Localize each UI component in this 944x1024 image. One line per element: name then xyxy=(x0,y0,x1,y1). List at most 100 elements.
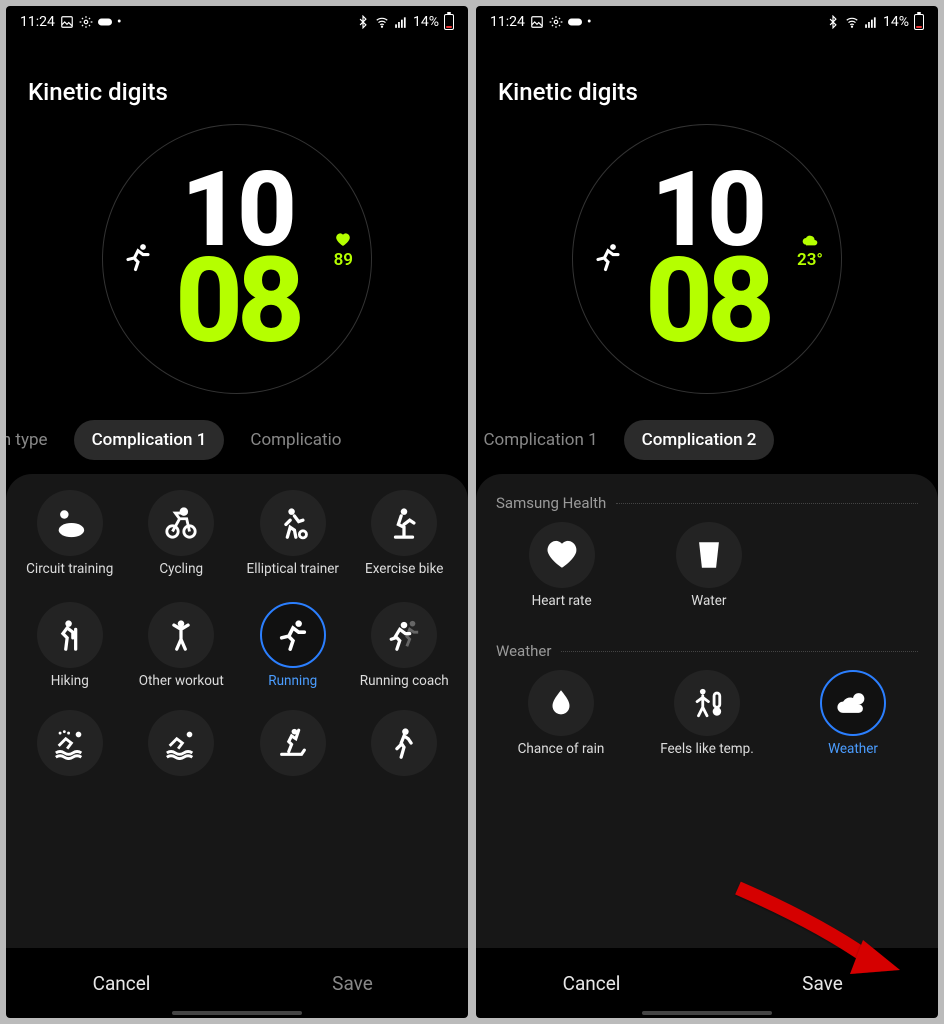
phone-screen-1: 11:24 • 14% Kinetic digits 10 08 89 xyxy=(6,6,468,1018)
option-label: Chance of rain xyxy=(516,742,607,774)
option-feels-like-temp-[interactable]: Feels like temp. xyxy=(636,670,778,774)
option-other-workout[interactable]: Other workout xyxy=(128,602,236,706)
heart-rate-value: 89 xyxy=(334,250,353,270)
watchface-preview: 10 08 89 xyxy=(6,120,468,410)
status-bar: 11:24 • 14% xyxy=(476,6,938,34)
watch-minute: 08 xyxy=(645,253,769,350)
circuit-training-icon xyxy=(37,490,103,556)
battery-icon xyxy=(444,14,454,30)
gear-icon xyxy=(549,15,563,29)
signal-icon xyxy=(864,15,878,29)
option-circuit-training[interactable]: Circuit training xyxy=(16,490,124,594)
complication-tabs[interactable]: lication type Complication 1 Complicatio xyxy=(6,410,468,474)
page-title: Kinetic digits xyxy=(6,34,468,120)
running-coach-icon xyxy=(371,602,437,668)
section-weather: Weather xyxy=(486,638,928,670)
option-exercise-bike[interactable]: Exercise bike xyxy=(351,490,459,594)
home-indicator[interactable] xyxy=(172,1011,302,1015)
options-panel[interactable]: Samsung Health Heart rate Water Weather C… xyxy=(476,474,938,948)
walk-icon xyxy=(371,710,437,776)
complication-right: 23° xyxy=(797,232,823,270)
option-weather[interactable]: Weather xyxy=(782,670,924,774)
cycling-icon xyxy=(148,490,214,556)
option-water[interactable]: Water xyxy=(637,522,780,626)
option-hiking[interactable]: Hiking xyxy=(16,602,124,706)
option-label: Circuit training xyxy=(24,562,115,594)
bluetooth-icon xyxy=(826,15,840,29)
option-label: Exercise bike xyxy=(363,562,445,594)
feels-like-temp--icon xyxy=(674,670,740,736)
image-icon xyxy=(530,15,544,29)
watchface-preview: 10 08 23° xyxy=(476,120,938,410)
chance-of-rain-icon xyxy=(528,670,594,736)
option-label: Cycling xyxy=(157,562,205,594)
option-chance-of-rain[interactable]: Chance of rain xyxy=(490,670,632,774)
dot-icon: • xyxy=(117,14,122,30)
running-icon xyxy=(260,602,326,668)
footer-buttons: Cancel Save xyxy=(476,948,938,1018)
battery-icon xyxy=(914,14,924,30)
dot-icon: • xyxy=(587,14,592,30)
option-partial[interactable] xyxy=(16,710,124,776)
options-panel[interactable]: Circuit training Cycling Elliptical traine… xyxy=(6,474,468,948)
battery-pct: 14% xyxy=(883,14,909,30)
other-workout-icon xyxy=(148,602,214,668)
option-label: Weather xyxy=(826,742,880,774)
heart-rate-icon xyxy=(529,522,595,588)
tab-complication-1[interactable]: Complication 1 xyxy=(74,420,225,460)
save-button[interactable]: Save xyxy=(237,948,468,1018)
option-cycling[interactable]: Cycling xyxy=(128,490,236,594)
exercise-bike-icon xyxy=(371,490,437,556)
treadmill-icon xyxy=(260,710,326,776)
watch-minute: 08 xyxy=(175,253,299,350)
section-samsung-health: Samsung Health xyxy=(486,490,928,522)
clock: 11:24 xyxy=(490,14,525,30)
swimming1-icon xyxy=(37,710,103,776)
swimming2-icon xyxy=(148,710,214,776)
option-partial[interactable] xyxy=(128,710,236,776)
option-partial[interactable] xyxy=(239,710,347,776)
elliptical-trainer-icon xyxy=(260,490,326,556)
cloud-icon xyxy=(800,232,820,248)
complication-left-running-icon xyxy=(123,242,153,276)
option-label: Running xyxy=(266,674,319,706)
option-label: Elliptical trainer xyxy=(245,562,341,594)
option-running[interactable]: Running xyxy=(239,602,347,706)
phone-screen-2: 11:24 • 14% Kinetic digits 10 08 23° xyxy=(476,6,938,1018)
pill-icon xyxy=(568,15,582,29)
heart-icon xyxy=(334,232,352,248)
footer-buttons: Cancel Save xyxy=(6,948,468,1018)
weather-value: 23° xyxy=(797,250,823,270)
complication-tabs[interactable]: on type Complication 1 Complication 2 xyxy=(476,410,938,474)
option-label: Heart rate xyxy=(530,594,594,626)
option-elliptical-trainer[interactable]: Elliptical trainer xyxy=(239,490,347,594)
pill-icon xyxy=(98,15,112,29)
tab-complication-1[interactable]: Complication 1 xyxy=(476,420,616,460)
option-label: Other workout xyxy=(137,674,226,706)
bluetooth-icon xyxy=(356,15,370,29)
tab-complication-type[interactable]: lication type xyxy=(6,420,66,460)
wifi-icon xyxy=(375,15,389,29)
option-label: Water xyxy=(689,594,728,626)
option-heart-rate[interactable]: Heart rate xyxy=(490,522,633,626)
option-partial[interactable] xyxy=(351,710,459,776)
status-bar: 11:24 • 14% xyxy=(6,6,468,34)
cancel-button[interactable]: Cancel xyxy=(6,948,237,1018)
clock: 11:24 xyxy=(20,14,55,30)
option-label: Feels like temp. xyxy=(658,742,756,774)
complication-left-running-icon xyxy=(593,242,623,276)
battery-pct: 14% xyxy=(413,14,439,30)
home-indicator[interactable] xyxy=(642,1011,772,1015)
gear-icon xyxy=(79,15,93,29)
option-running-coach[interactable]: Running coach xyxy=(351,602,459,706)
image-icon xyxy=(60,15,74,29)
tab-complication-2[interactable]: Complicatio xyxy=(232,420,359,460)
wifi-icon xyxy=(845,15,859,29)
complication-right: 89 xyxy=(334,232,353,270)
page-title: Kinetic digits xyxy=(476,34,938,120)
cancel-button[interactable]: Cancel xyxy=(476,948,707,1018)
hiking-icon xyxy=(37,602,103,668)
signal-icon xyxy=(394,15,408,29)
tab-complication-2[interactable]: Complication 2 xyxy=(624,420,775,460)
save-button[interactable]: Save xyxy=(707,948,938,1018)
